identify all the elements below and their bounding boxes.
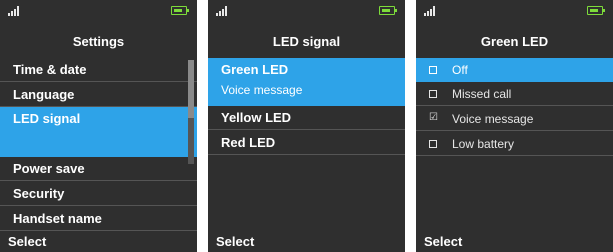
led-signal-screen: LED signal Green LED Voice message Yello…: [208, 0, 405, 252]
screen-title: Green LED: [480, 34, 549, 49]
menu-item-green-led[interactable]: Green LED Voice message: [208, 58, 405, 106]
option-voice-message[interactable]: ☑ Voice message: [416, 107, 613, 131]
settings-screen: Settings Time & date Language LED signal…: [0, 0, 197, 252]
left-softkey[interactable]: Select: [216, 232, 254, 252]
menu-item-sublabel: Voice message: [221, 83, 303, 97]
left-softkey[interactable]: Select: [424, 232, 462, 252]
status-bar: [0, 0, 197, 22]
option-label: Voice message: [452, 112, 534, 126]
menu-item-handset-name[interactable]: Handset name: [0, 207, 197, 231]
menu-item-power-save[interactable]: Power save: [0, 157, 197, 181]
option-missed-call[interactable]: Missed call: [416, 82, 613, 106]
status-bar: [208, 0, 405, 22]
checkbox-icon: [429, 140, 437, 148]
left-softkey[interactable]: Select: [8, 232, 46, 252]
signal-icon: [216, 6, 232, 16]
signal-icon: [424, 6, 440, 16]
battery-icon: [587, 6, 605, 15]
scrollbar-thumb[interactable]: [188, 60, 194, 118]
scrollbar[interactable]: [188, 60, 194, 164]
menu-item-language[interactable]: Language: [0, 83, 197, 107]
screen-title: Settings: [72, 34, 125, 49]
battery-icon: [379, 6, 397, 15]
battery-icon: [171, 6, 189, 15]
menu-item-label: Green LED: [221, 62, 289, 77]
checked-checkbox-icon: ☑: [429, 112, 438, 123]
checkbox-icon: [429, 66, 437, 74]
menu-item-led-signal[interactable]: LED signal: [0, 107, 197, 157]
screen-title: LED signal: [272, 34, 341, 49]
menu-item-security[interactable]: Security: [0, 182, 197, 206]
option-low-battery[interactable]: Low battery: [416, 132, 613, 156]
menu-item-label: LED signal: [13, 111, 81, 126]
status-bar: [416, 0, 613, 22]
green-led-screen: Green LED Off Missed call ☑ Voice messag…: [416, 0, 613, 252]
checkbox-icon: [429, 90, 437, 98]
option-label: Missed call: [452, 87, 512, 101]
signal-icon: [8, 6, 24, 16]
option-label: Off: [452, 63, 468, 77]
menu-item-red-led[interactable]: Red LED: [208, 131, 405, 155]
option-off[interactable]: Off: [416, 58, 613, 82]
menu-item-yellow-led[interactable]: Yellow LED: [208, 106, 405, 130]
menu-item-time-date[interactable]: Time & date: [0, 58, 197, 82]
option-label: Low battery: [452, 137, 515, 151]
